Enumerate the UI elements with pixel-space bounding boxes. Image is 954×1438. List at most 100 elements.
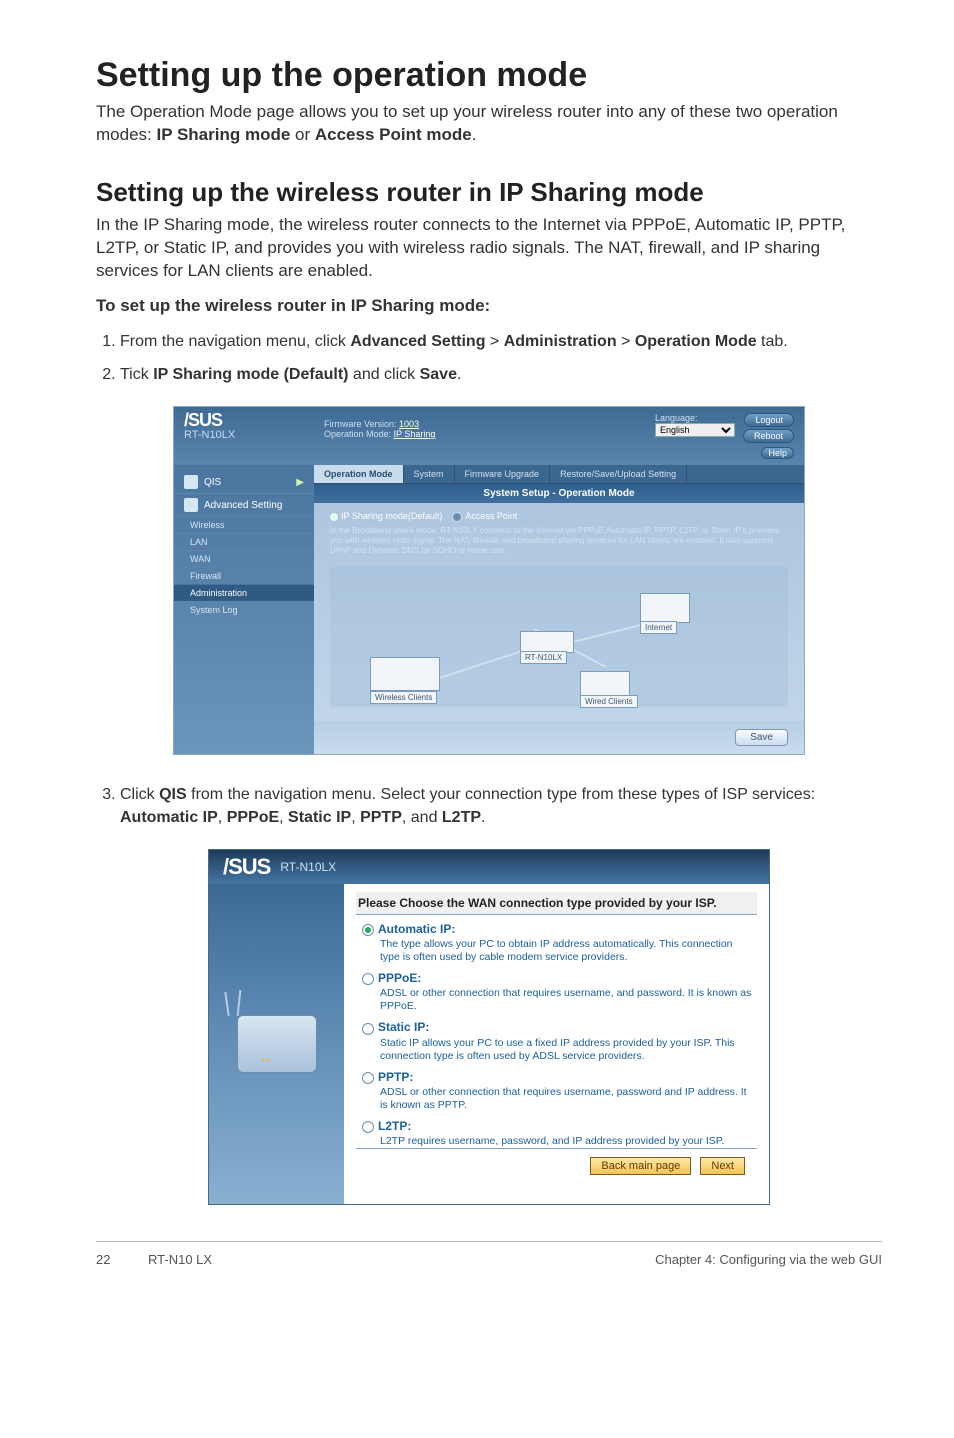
- s3sep3: ,: [351, 809, 360, 826]
- nav-advanced-setting[interactable]: Advanced Setting: [174, 493, 314, 516]
- tab-restore-save-upload[interactable]: Restore/Save/Upload Setting: [550, 465, 687, 483]
- opt-desc: ADSL or other connection that requires u…: [380, 987, 755, 1013]
- qis-header: /SUS RT-N10LX: [209, 850, 769, 884]
- page-h1: Setting up the operation mode: [96, 56, 882, 95]
- nav-item-system-log[interactable]: System Log: [174, 601, 314, 618]
- router-header: /SUS RT-N10LX Firmware Version: 1003 Ope…: [174, 407, 804, 465]
- step-2: Tick IP Sharing mode (Default) and click…: [120, 363, 882, 386]
- opt-label: PPTP:: [378, 1070, 413, 1084]
- opt-label: L2TP:: [378, 1119, 411, 1133]
- tab-system[interactable]: System: [404, 465, 455, 483]
- diag-router-label: RT-N10LX: [520, 651, 567, 664]
- qis-option-l2tp[interactable]: L2TP: L2TP requires username, password, …: [362, 1119, 755, 1148]
- s1b1: Advanced Setting: [350, 333, 485, 350]
- s3l5: L2TP: [442, 809, 481, 826]
- page-footer: 22 RT-N10 LX Chapter 4: Configuring via …: [96, 1241, 882, 1267]
- s3sep4: , and: [402, 809, 442, 826]
- radio-automatic-ip[interactable]: [362, 924, 374, 936]
- nav-item-firewall[interactable]: Firewall: [174, 567, 314, 584]
- diag-internet-label: Internet: [640, 621, 677, 634]
- s3a: Click: [120, 786, 159, 803]
- s3l2: PPPoE: [227, 809, 279, 826]
- qis-model: RT-N10LX: [280, 860, 336, 874]
- qis-asus-logo: /SUS: [223, 858, 270, 876]
- logout-button[interactable]: Logout: [744, 413, 794, 427]
- opt-desc: The type allows your PC to obtain IP add…: [380, 938, 755, 964]
- radio-pptp[interactable]: [362, 1072, 374, 1084]
- radio-l2tp[interactable]: [362, 1121, 374, 1133]
- s1c: tab.: [757, 333, 788, 350]
- next-button[interactable]: Next: [700, 1157, 745, 1175]
- qis-main: Please Choose the WAN connection type pr…: [344, 884, 769, 1204]
- opmode-radio-row: IP Sharing mode(Default) Access Point: [330, 511, 788, 522]
- qis-option-pppoe[interactable]: PPPoE: ADSL or other connection that req…: [362, 971, 755, 1013]
- nav-item-administration[interactable]: Administration: [174, 584, 314, 601]
- device-led-icon: ••: [262, 1055, 273, 1066]
- radio-ip-sharing[interactable]: [330, 513, 338, 521]
- to-set-heading: To set up the wireless router in IP Shar…: [96, 295, 882, 318]
- diag-wireless-label: Wireless Clients: [370, 691, 437, 704]
- asus-logo: /SUS: [184, 413, 324, 427]
- tab-firmware-upgrade[interactable]: Firmware Upgrade: [455, 465, 551, 483]
- s3sep2: ,: [279, 809, 288, 826]
- s3l1: Automatic IP: [120, 809, 218, 826]
- radio-ap-label: Access Point: [465, 511, 517, 521]
- diag-wireless-device-icon: [370, 657, 440, 691]
- opmode-link[interactable]: IP Sharing: [394, 429, 436, 439]
- qis-option-automatic-ip[interactable]: Automatic IP: The type allows your PC to…: [362, 922, 755, 964]
- router-admin-screenshot: /SUS RT-N10LX Firmware Version: 1003 Ope…: [173, 406, 805, 755]
- nav-item-wireless[interactable]: Wireless: [174, 516, 314, 533]
- opt-label: Automatic IP:: [378, 922, 455, 936]
- nav-item-wan[interactable]: WAN: [174, 550, 314, 567]
- s2c: and click: [348, 366, 419, 383]
- router-nav: QIS ▶ Advanced Setting Wireless LAN WAN …: [174, 465, 314, 754]
- section-sub: In the IP Sharing mode, the wireless rou…: [96, 214, 882, 283]
- tab-operation-mode[interactable]: Operation Mode: [314, 465, 404, 483]
- s1gt2: >: [617, 333, 635, 350]
- footer-model: RT-N10 LX: [148, 1252, 212, 1267]
- help-button[interactable]: Help: [761, 447, 794, 459]
- nav-item-lan[interactable]: LAN: [174, 533, 314, 550]
- radio-pppoe[interactable]: [362, 973, 374, 985]
- opt-label: Static IP:: [378, 1020, 429, 1034]
- diag-router-icon: [520, 631, 574, 653]
- s3sep1: ,: [218, 809, 227, 826]
- radio-static-ip[interactable]: [362, 1023, 374, 1035]
- nav-qis[interactable]: QIS ▶: [174, 471, 314, 493]
- diag-wired-label: Wired Clients: [580, 695, 638, 708]
- radio-ip-label: IP Sharing mode(Default): [341, 511, 442, 521]
- lead-paragraph: The Operation Mode page allows you to se…: [96, 101, 882, 147]
- lead-post: .: [472, 125, 477, 144]
- router-content: IP Sharing mode(Default) Access Point In…: [314, 503, 804, 721]
- qis-option-pptp[interactable]: PPTP: ADSL or other connection that requ…: [362, 1070, 755, 1112]
- s1gt1: >: [485, 333, 503, 350]
- nav-adv-label: Advanced Setting: [204, 500, 282, 511]
- opt-desc: L2TP requires username, password, and IP…: [380, 1135, 755, 1148]
- qis-icon: [184, 475, 198, 489]
- lead-mid: or: [290, 125, 315, 144]
- s1a: From the navigation menu, click: [120, 333, 350, 350]
- logo-block: /SUS RT-N10LX: [184, 413, 324, 441]
- fw-link[interactable]: 1003: [399, 419, 419, 429]
- diag-internet-icon: [640, 593, 690, 623]
- lang-select[interactable]: English: [655, 423, 735, 437]
- section-h2: Setting up the wireless router in IP Sha…: [96, 177, 882, 208]
- footer-chapter: Chapter 4: Configuring via the web GUI: [655, 1252, 882, 1267]
- s3c: from the navigation menu. Select your co…: [187, 786, 815, 803]
- lang-label: Language:: [655, 413, 735, 423]
- header-right: Language: English Logout Reboot Help: [624, 413, 794, 461]
- save-button[interactable]: Save: [735, 729, 788, 746]
- page-number: 22: [96, 1252, 136, 1267]
- reboot-button[interactable]: Reboot: [743, 429, 794, 443]
- qis-option-static-ip[interactable]: Static IP: Static IP allows your PC to u…: [362, 1020, 755, 1062]
- s3b: QIS: [159, 786, 187, 803]
- fw-label: Firmware Version:: [324, 419, 397, 429]
- s2b: IP Sharing mode (Default): [153, 366, 348, 383]
- radio-access-point[interactable]: [452, 512, 462, 522]
- back-main-page-button[interactable]: Back main page: [590, 1157, 691, 1175]
- lead-b1: IP Sharing mode: [156, 125, 290, 144]
- nav-qis-label: QIS: [204, 477, 221, 488]
- section-title-bar: System Setup - Operation Mode: [314, 484, 804, 503]
- step-1: From the navigation menu, click Advanced…: [120, 330, 882, 353]
- router-tabs: Operation Mode System Firmware Upgrade R…: [314, 465, 804, 484]
